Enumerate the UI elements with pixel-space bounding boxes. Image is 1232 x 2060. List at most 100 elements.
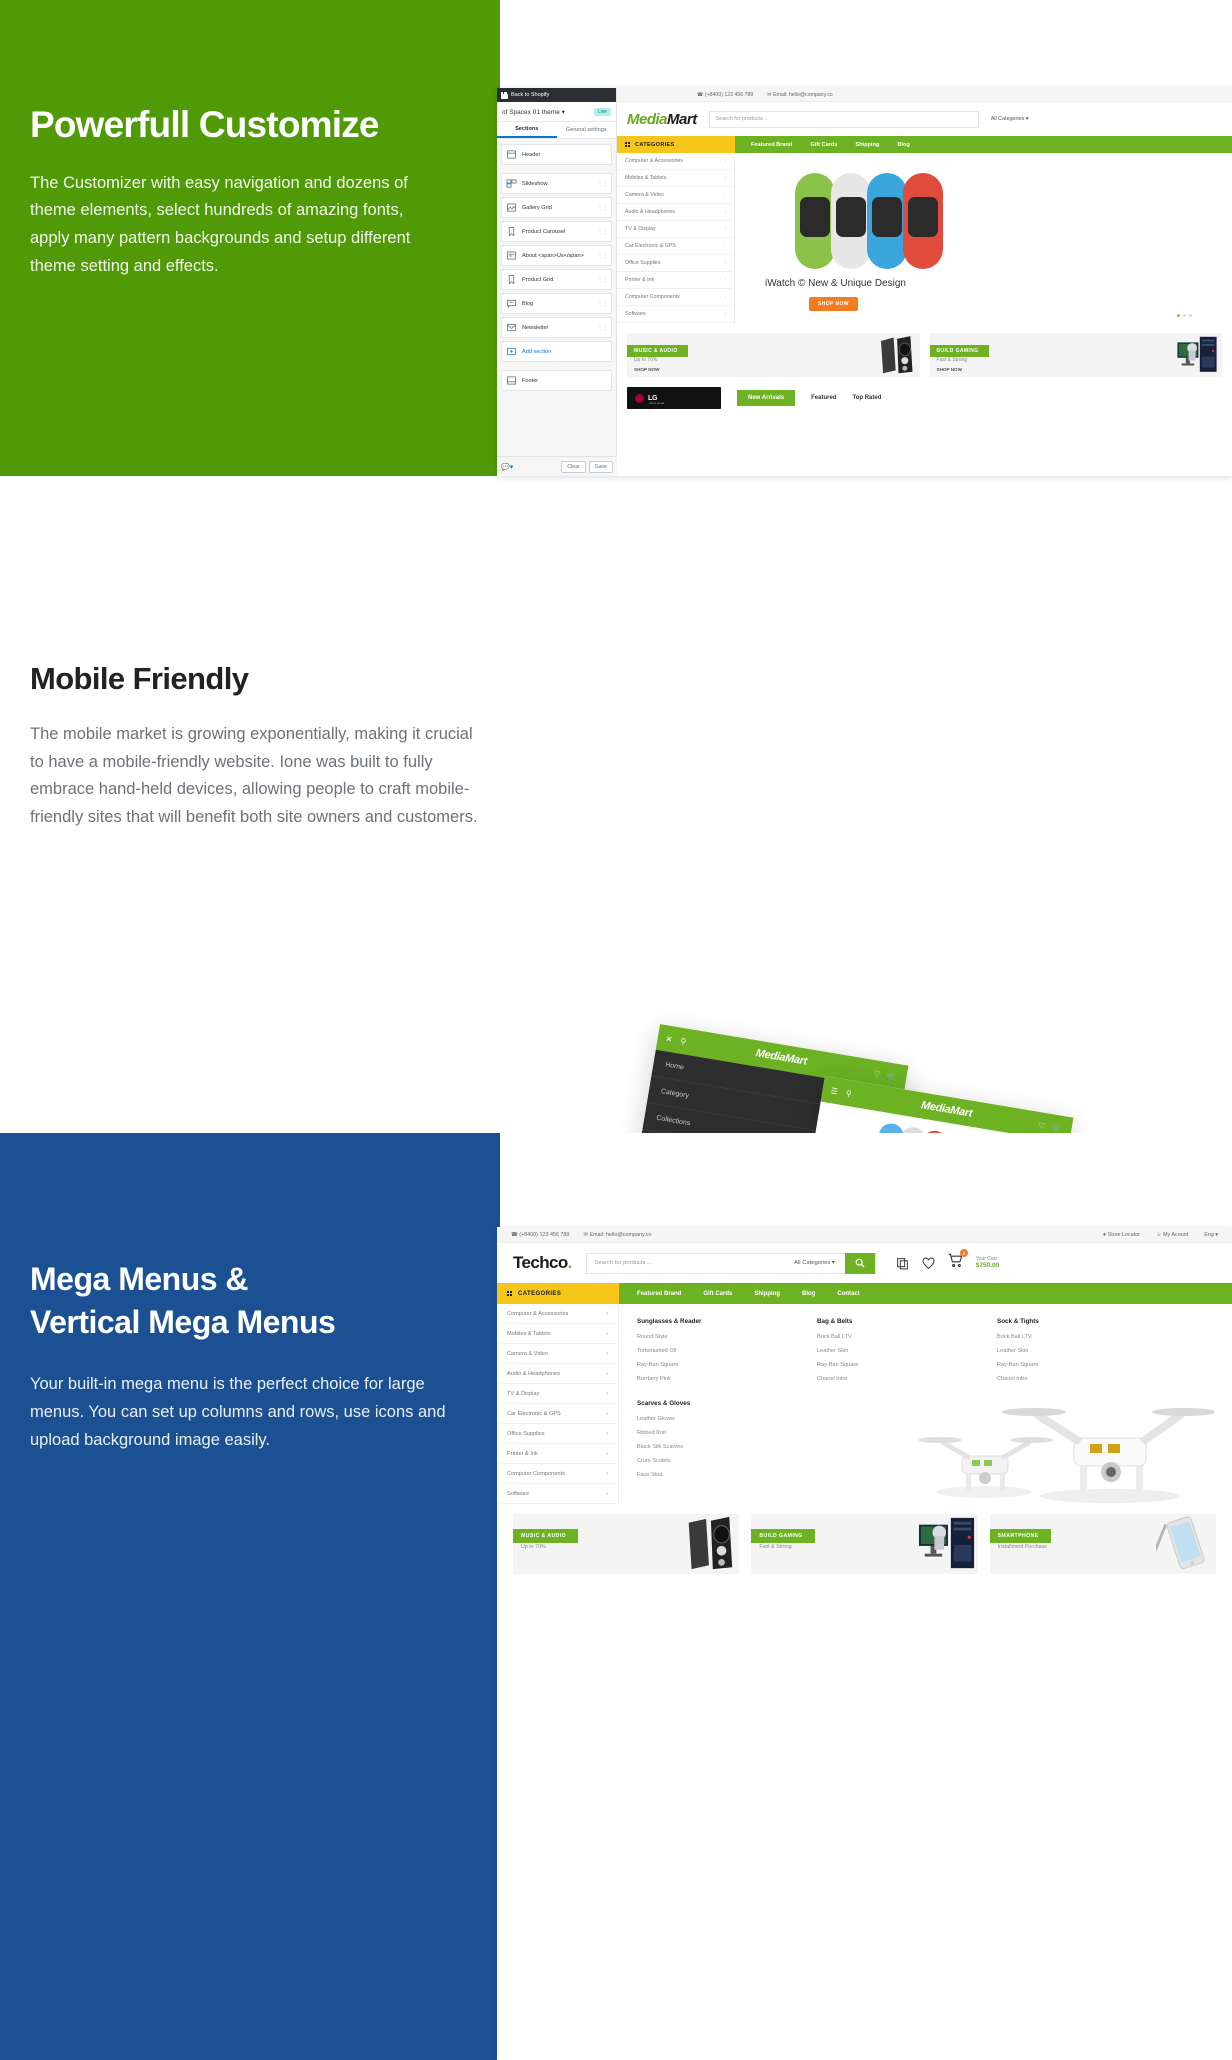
mega-col-item[interactable]: Crum Scalets (637, 1458, 757, 1464)
menu-search-icons[interactable]: ☰ ⚲ (830, 1086, 855, 1099)
customizer-section-about-us[interactable]: About <span>Us</span> ⋮⋮ (501, 245, 612, 266)
search-input[interactable]: Search for products ... (587, 1260, 794, 1266)
mega-col-item[interactable]: Leather Skin (997, 1348, 1117, 1354)
category-item[interactable]: Software › (617, 306, 734, 323)
promo-banner-music[interactable]: MUSIC & AUDIO Up to 70% SHOP NOW (627, 333, 920, 377)
wishlist-cart-icons[interactable]: ♡ 🛒 (873, 1068, 899, 1081)
nav-link[interactable]: Contact (837, 1291, 859, 1297)
nav-link[interactable]: Shipping (754, 1291, 780, 1297)
tab-sections[interactable]: Sections (497, 122, 557, 138)
product-tab-featured[interactable]: Featured (811, 395, 836, 401)
brand-card-lg[interactable]: LG Life's Good (627, 387, 721, 409)
category-select[interactable]: All Categories ▾ (991, 116, 1029, 122)
search-button[interactable] (844, 1252, 875, 1274)
category-item[interactable]: Mobiles & Tablets › (497, 1324, 618, 1344)
mega-col-item[interactable]: Faux Stud (637, 1472, 757, 1478)
customizer-section-gallery-grid[interactable]: Gallery Grid ⋮⋮ (501, 197, 612, 218)
drag-handle-icon[interactable]: ⋮⋮ (597, 204, 608, 211)
chat-icon[interactable]: 💬▾ (501, 463, 513, 471)
product-tab-top-rated[interactable]: Top Rated (852, 395, 881, 401)
mega-col-item[interactable]: Burrbery Pink (637, 1376, 757, 1382)
language-select[interactable]: Eng ▾ (1204, 1232, 1218, 1238)
mega-col-item[interactable]: Ribbed Knit (637, 1430, 757, 1436)
customizer-topbar[interactable]: Back to Shopify (497, 88, 616, 102)
promo-sub: Up to 70% (521, 1544, 546, 1550)
page-title-mega-line2: Vertical Mega Menus (30, 1303, 336, 1340)
nav-link[interactable]: Shipping (855, 142, 879, 148)
category-item[interactable]: Computer & Accessories › (617, 153, 734, 170)
promo-banner-music[interactable]: MUSIC & AUDIO Up to 70% (513, 1514, 740, 1574)
category-item[interactable]: Audio & Headphones › (617, 204, 734, 221)
mega-col-item[interactable]: Brick Ball LTV (997, 1334, 1117, 1340)
category-item[interactable]: Printer & Ink › (497, 1444, 618, 1464)
mega-col-item[interactable]: Brick Ball LTV (817, 1334, 937, 1340)
clear-button[interactable]: Clear (561, 460, 586, 473)
promo-cta[interactable]: SHOP NOW (634, 367, 659, 372)
customizer-section-slideshow[interactable]: Slideshow ⋮⋮ (501, 173, 612, 194)
customizer-section-product-grid[interactable]: Product Grid ⋮⋮ (501, 269, 612, 290)
nav-link[interactable]: Blog (802, 1291, 815, 1297)
drag-handle-icon[interactable]: ⋮⋮ (597, 180, 608, 187)
promo-cta[interactable]: SHOP NOW (937, 367, 962, 372)
nav-link[interactable]: Gift Cards (703, 1291, 732, 1297)
theme-selector[interactable]: of Spacex 01 theme ▾ Live (497, 102, 616, 122)
mega-col-item[interactable]: Round Style (637, 1334, 757, 1340)
compare-icon[interactable] (896, 1257, 909, 1270)
save-button[interactable]: Save (588, 460, 613, 473)
category-item[interactable]: Office Supplies › (617, 255, 734, 272)
category-item[interactable]: TV & Display › (497, 1384, 618, 1404)
category-item[interactable]: Camera & Video › (497, 1344, 618, 1364)
hero-carousel-dots[interactable] (1177, 314, 1192, 317)
cart-icon-wrap[interactable]: 4 (948, 1249, 968, 1273)
wishlist-cart-icons[interactable]: ♡ 🛒 (1038, 1120, 1064, 1133)
nav-link[interactable]: Gift Cards (810, 142, 837, 148)
categories-button[interactable]: CATEGORIES (497, 1283, 619, 1304)
customizer-section-newsletter[interactable]: Newsletter ⋮⋮ (501, 317, 612, 338)
promo-banner-gaming[interactable]: BUILD GAMING Fast & Strong (751, 1514, 978, 1574)
category-item[interactable]: Car Electronic & GPS › (617, 238, 734, 255)
category-item[interactable]: Software › (497, 1484, 618, 1504)
drag-handle-icon[interactable]: ⋮⋮ (597, 276, 608, 283)
mega-col-item[interactable]: Ray-Ban Square (637, 1362, 757, 1368)
tab-general-settings[interactable]: General settings (557, 122, 617, 138)
customizer-section-header[interactable]: Header (501, 144, 612, 165)
category-item[interactable]: Computer Components › (617, 289, 734, 306)
category-item[interactable]: Office Supplies › (497, 1424, 618, 1444)
category-label: Car Electronic & GPS (507, 1410, 561, 1417)
category-item[interactable]: Printer & Ink › (617, 272, 734, 289)
mega-col-item[interactable]: Leather Skin (817, 1348, 937, 1354)
category-item[interactable]: Computer Components › (497, 1464, 618, 1484)
nav-link[interactable]: Blog (897, 142, 909, 148)
hero-shop-now-button[interactable]: SHOP NOW (809, 297, 858, 311)
store-locator-link[interactable]: ● Store Locator (1103, 1232, 1140, 1238)
close-search-icons[interactable]: ✕ ⚲ (665, 1034, 690, 1047)
drag-handle-icon[interactable]: ⋮⋮ (597, 300, 608, 307)
category-item[interactable]: Computer & Accessories › (497, 1304, 618, 1324)
drag-handle-icon[interactable]: ⋮⋮ (597, 228, 608, 235)
wishlist-heart-icon[interactable] (922, 1257, 935, 1270)
live-badge: Live (593, 107, 611, 116)
promo-banner-gaming[interactable]: BUILD GAMING Fast & Strong SHOP NOW (929, 333, 1222, 377)
categories-button[interactable]: CATEGORIES (617, 136, 735, 153)
customizer-section-product-carousel[interactable]: Product Carousel ⋮⋮ (501, 221, 612, 242)
nav-link[interactable]: Featured Brand (637, 1291, 681, 1297)
customizer-section-footer[interactable]: Footer (501, 370, 612, 391)
mega-col-item[interactable]: Tortoirashed Oil (637, 1348, 757, 1354)
my-account-link[interactable]: ☺ My Acount (1156, 1232, 1188, 1238)
customizer-section-blog[interactable]: Blog ⋮⋮ (501, 293, 612, 314)
drag-handle-icon[interactable]: ⋮⋮ (597, 252, 608, 259)
category-item[interactable]: Car Electronic & GPS › (497, 1404, 618, 1424)
category-item[interactable]: Audio & Headphones › (497, 1364, 618, 1384)
mega-col-item[interactable]: Black Silk Scarves (637, 1444, 757, 1450)
promo-banner-smartphone[interactable]: SMARTPHONE Installment Purchase (989, 1514, 1216, 1574)
customizer-add-section-button[interactable]: Add section (501, 341, 612, 362)
category-item[interactable]: Camera & Video › (617, 187, 734, 204)
mega-col-item[interactable]: Leather Gloves (637, 1416, 757, 1422)
drag-handle-icon[interactable]: ⋮⋮ (597, 324, 608, 331)
category-select[interactable]: All Categories ▾ (794, 1260, 845, 1266)
category-item[interactable]: Mobiles & Tablets › (617, 170, 734, 187)
category-item[interactable]: TV & Display › (617, 221, 734, 238)
nav-link[interactable]: Featured Brand (751, 142, 792, 148)
product-tab-new-arrivals[interactable]: New Arrivals (737, 390, 796, 406)
search-input[interactable]: Search for products ... (708, 110, 979, 128)
